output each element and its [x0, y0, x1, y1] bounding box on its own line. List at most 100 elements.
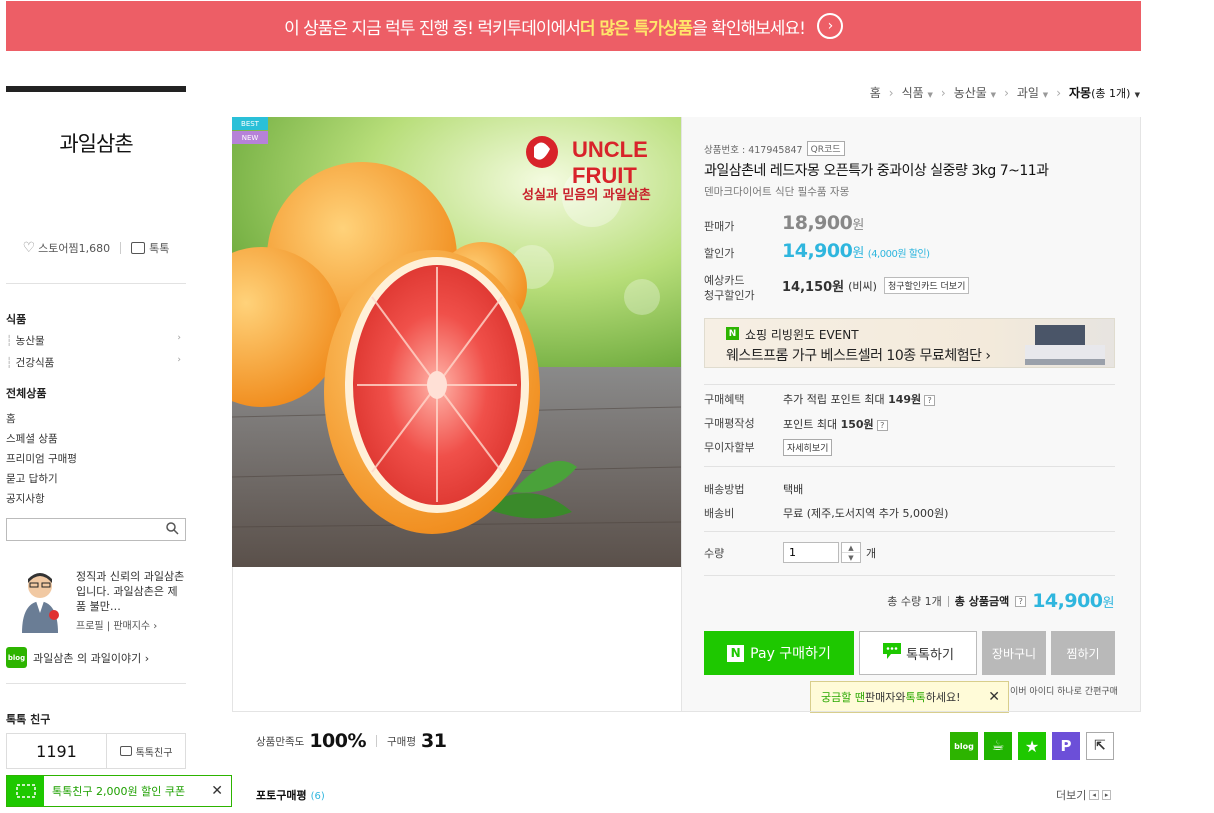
store-favorite-label[interactable]: 스토어찜 [38, 240, 78, 256]
breadcrumb-fruit[interactable]: 과일 ▼ [1017, 84, 1048, 101]
breadcrumb-current[interactable]: 자몽(총 1개) ▼ [1069, 84, 1140, 101]
store-search-input[interactable] [6, 518, 186, 541]
photo-review-title[interactable]: 포토구매평 (6) [256, 787, 325, 803]
wish-button[interactable]: 찜하기 [1051, 631, 1115, 675]
banner-text-end: 을 확인해보세요! [692, 18, 806, 39]
help-icon[interactable]: ? [924, 394, 936, 406]
review-point-label: 구매평작성 [704, 417, 755, 430]
original-price: 18,900원 [782, 212, 864, 234]
talk-icon [882, 642, 902, 664]
menu-home[interactable]: 홈 [6, 411, 16, 426]
banner-arrow-icon[interactable]: › [816, 13, 843, 39]
lucky-today-banner[interactable]: 이 상품은 지금 럭투 진행 중! 럭키투데이에서 더 많은 특가상품 을 확인… [6, 1, 1141, 51]
shipping-fee: 무료 (제주,도서지역 추가 5,000원) [783, 507, 949, 520]
satisfaction-label: 상품만족도 [256, 735, 305, 748]
search-icon[interactable] [166, 522, 179, 538]
help-icon[interactable]: ? [876, 419, 888, 431]
category-label: 건강식품 [15, 357, 55, 369]
shipping-method-label: 배송방법 [704, 483, 745, 496]
qr-code-button[interactable]: QR코드 [806, 141, 845, 156]
breadcrumb-agri[interactable]: 농산물 ▼ [954, 84, 996, 101]
store-talk-label[interactable]: 톡톡 [149, 240, 169, 256]
seller-blog-link[interactable]: blog 과일삼촌 의 과일이야기 › [6, 647, 149, 668]
product-title: 과일삼촌네 레드자몽 오픈특가 중과이상 실중량 3kg 7~11과 [704, 163, 1049, 179]
increase-icon[interactable]: ▲ [842, 543, 860, 553]
category-item-health[interactable]: ┆ 건강식품 › [6, 355, 181, 370]
menu-premium-reviews[interactable]: 프리미엄 구매평 [6, 451, 77, 466]
search-field[interactable] [7, 519, 157, 540]
decrease-icon[interactable]: ▼ [842, 553, 860, 562]
cafe-share-icon[interactable]: ☕ [984, 732, 1012, 760]
bed-image [1025, 325, 1105, 365]
prev-icon[interactable]: ◂ [1089, 790, 1099, 800]
store-actions: ♡ 스토어찜 1,680 톡톡 [6, 236, 186, 260]
star-share-icon[interactable]: ★ [1018, 732, 1046, 760]
breadcrumb: 홈 › 식품 ▼ › 농산물 ▼ › 과일 ▼ › 자몽(총 1개) ▼ [870, 84, 1140, 101]
talk-friend-title: 톡톡 친구 [6, 713, 51, 726]
blog-icon: blog [6, 647, 27, 668]
talk-friend-coupon[interactable]: 톡톡친구 2,000원 할인 쿠폰 ✕ [6, 775, 232, 807]
talk-tooltip: 궁금할 땐 판매자와 톡톡 하세요! ✕ [810, 681, 1009, 713]
breadcrumb-home[interactable]: 홈 [870, 84, 881, 101]
talktalk-button[interactable]: 톡톡하기 [859, 631, 977, 675]
category-item-agri[interactable]: ┆ 농산물 › [6, 333, 181, 348]
discount-note: (4,000원 할인) [867, 249, 930, 260]
total-amount: 14,900원 [1032, 590, 1114, 612]
quantity-stepper[interactable]: ▲ ▼ [841, 542, 861, 563]
product-subtitle: 덴마크다이어트 식단 필수품 자몽 [704, 186, 850, 198]
chevron-right-icon: › [177, 355, 181, 365]
event-banner[interactable]: N 쇼핑 리빙윈도 EVENT 웨스트프롬 가구 베스트셀러 10종 무료체험단… [704, 318, 1115, 368]
post-share-icon[interactable]: P [1052, 732, 1080, 760]
heart-icon[interactable]: ♡ [23, 240, 36, 256]
logo-text-2: FRUIT [572, 163, 637, 188]
divider [120, 242, 122, 254]
talk-friend-button[interactable]: 톡톡친구 [107, 734, 185, 768]
divider [704, 575, 1115, 576]
blog-share-icon[interactable]: blog [950, 732, 978, 760]
dropdown-icon: ▼ [1134, 91, 1140, 99]
help-icon[interactable]: ? [1015, 595, 1027, 607]
seller-profile-links[interactable]: 프로필 | 판매지수 › [76, 617, 157, 632]
divider [6, 283, 186, 284]
installment-detail-button[interactable]: 자세히보기 [783, 439, 833, 456]
close-icon[interactable]: ✕ [988, 689, 1000, 705]
dropdown-icon: ▼ [990, 91, 997, 99]
review-count-label: 구매평 [387, 735, 416, 748]
more-reviews-link[interactable]: 더보기 ◂ ▸ [1056, 787, 1112, 803]
coupon-text: 톡톡친구 2,000원 할인 쿠폰 [52, 785, 186, 798]
divider [6, 683, 186, 684]
card-price: 14,150원 (비씨) 청구할인카드 더보기 [782, 276, 970, 295]
satisfaction-value: 100% [309, 730, 367, 752]
total-summary: 총 수량 1개 총 상품금액 ? 14,900원 [887, 590, 1114, 612]
category-title[interactable]: 식품 [6, 311, 26, 327]
divider [704, 466, 1115, 467]
event-title: 쇼핑 리빙윈도 EVENT [745, 328, 859, 342]
menu-special[interactable]: 스페셜 상품 [6, 431, 58, 446]
store-name[interactable]: 과일삼촌 [6, 128, 186, 158]
breadcrumb-food[interactable]: 식품 ▼ [902, 84, 933, 101]
best-badge: BEST [232, 117, 268, 130]
talk-label: 톡톡하기 [906, 647, 954, 663]
dropdown-icon: ▼ [927, 91, 933, 99]
all-products-title[interactable]: 전체상품 [6, 385, 46, 401]
card-more-button[interactable]: 청구할인카드 더보기 [883, 277, 970, 294]
npay-buy-button[interactable]: N Pay 구매하기 [704, 631, 854, 675]
breadcrumb-separator: › [1004, 85, 1009, 100]
product-image[interactable]: UNCLE FRUIT 성실과 믿음의 과일삼촌 [232, 117, 681, 567]
quantity-label: 수량 [704, 547, 725, 560]
talk-friend-count: 1191 [7, 734, 107, 768]
close-icon[interactable]: ✕ [211, 783, 223, 799]
talk-friend-label: 톡톡친구 [135, 747, 173, 759]
benefit-label: 구매혜택 [704, 393, 745, 406]
review-point-value: 포인트 최대 150원? [783, 416, 888, 432]
menu-qna[interactable]: 묻고 답하기 [6, 471, 58, 486]
talk-icon[interactable] [131, 242, 146, 254]
menu-notice[interactable]: 공지사항 [6, 491, 45, 506]
cart-button[interactable]: 장바구니 [982, 631, 1046, 675]
talk-icon [119, 746, 132, 756]
shipping-fee-label: 배송비 [704, 507, 735, 520]
quantity-input[interactable] [783, 542, 839, 563]
coupon-icon [7, 776, 44, 806]
external-share-icon[interactable]: ⇱ [1086, 732, 1114, 760]
next-icon[interactable]: ▸ [1101, 790, 1112, 800]
